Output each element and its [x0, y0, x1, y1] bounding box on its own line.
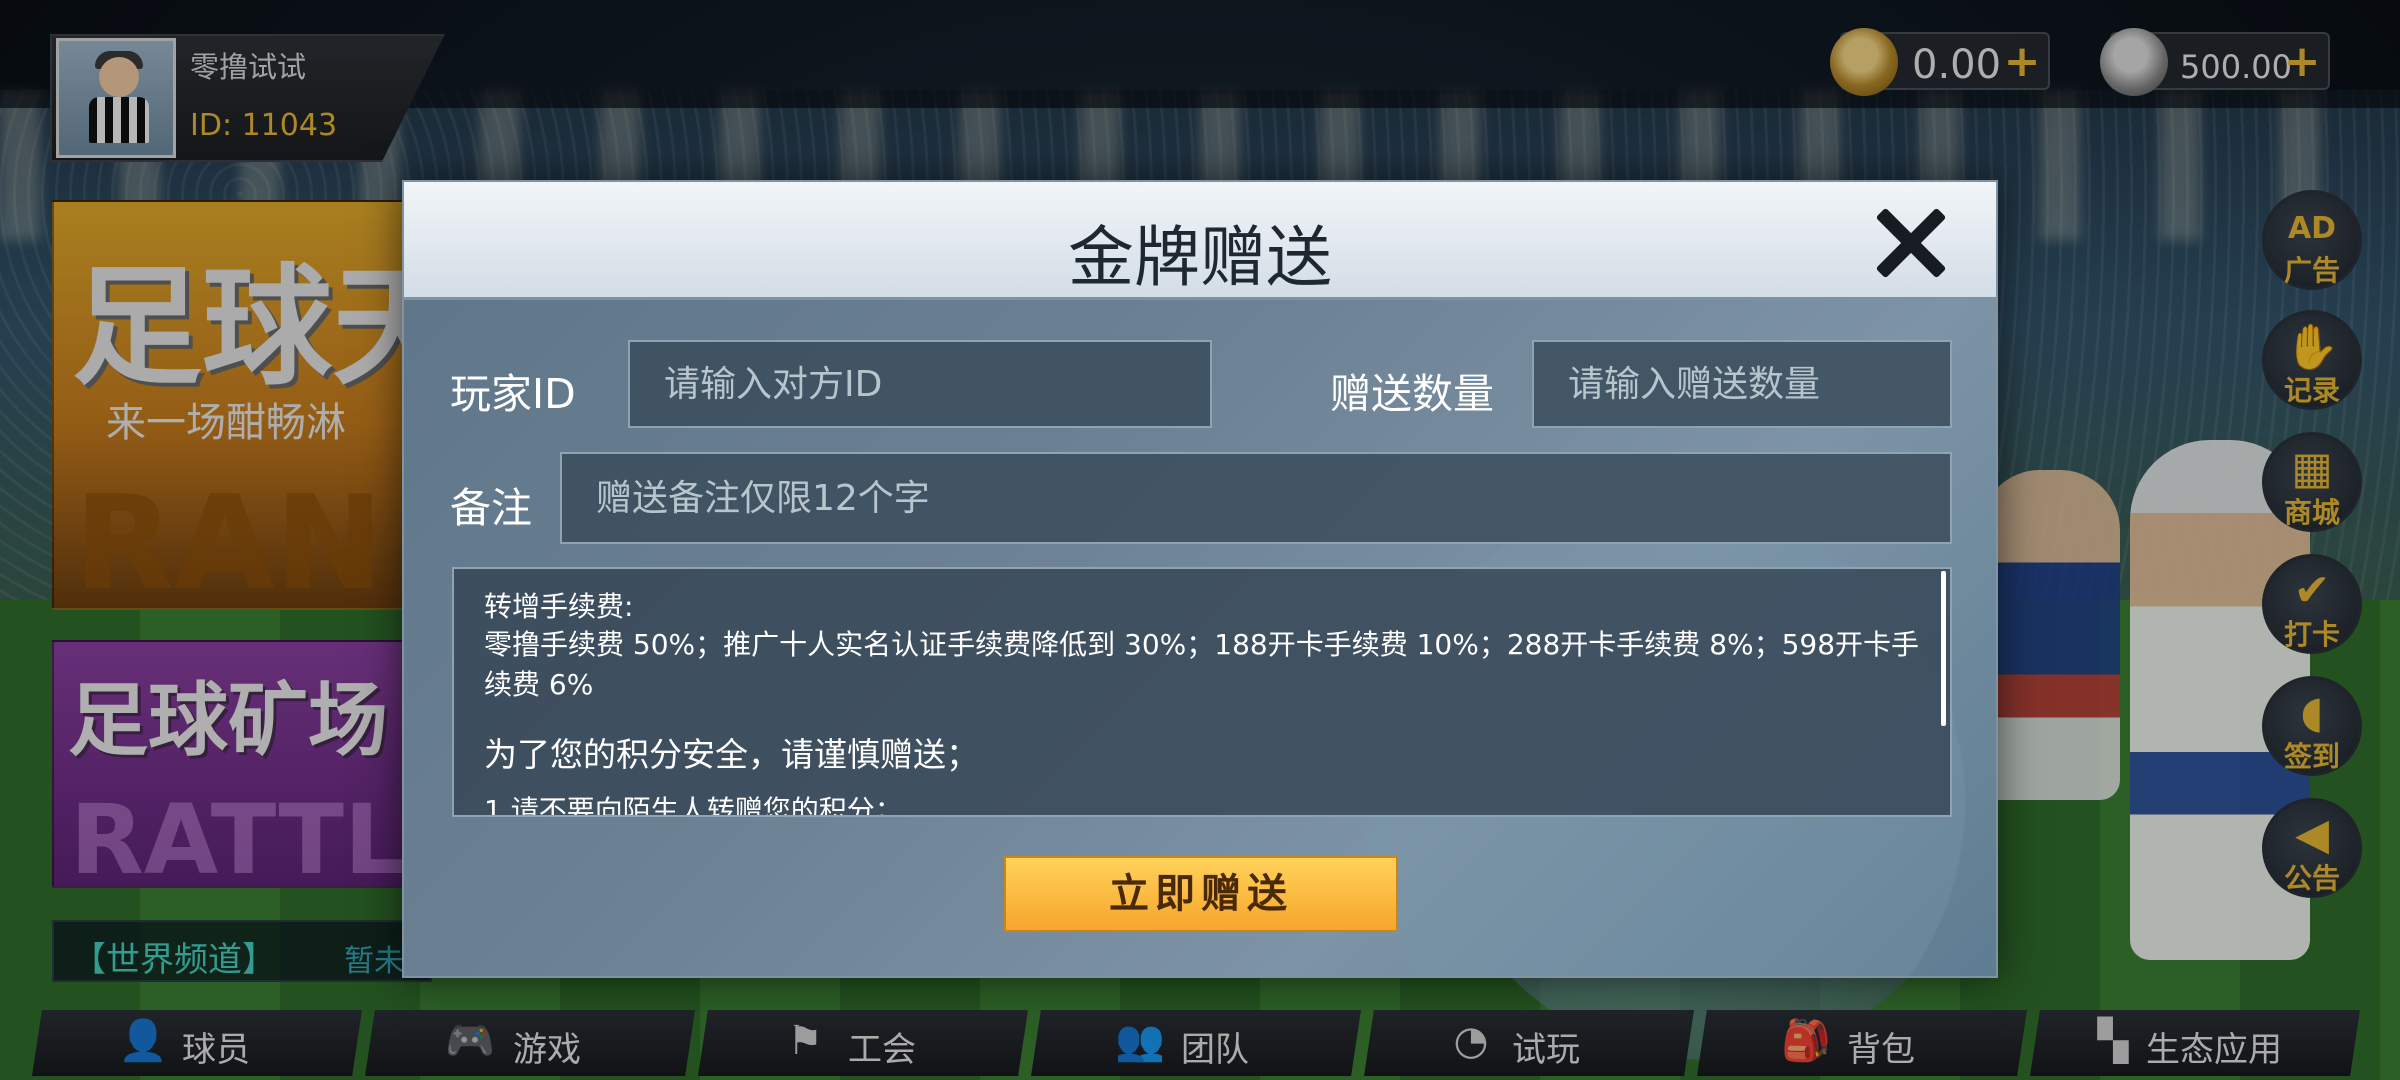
amount-label: 赠送数量: [1330, 370, 1494, 418]
fee-description: 零撸手续费 50%；推广十人实名认证手续费降低到 30%；188开卡手续费 10…: [484, 628, 1920, 701]
notice-box[interactable]: 转增手续费: 零撸手续费 50%；推广十人实名认证手续费降低到 30%；188开…: [452, 567, 1952, 817]
gift-dialog: 金牌赠送 玩家ID 赠送数量 备注 转增手续费: 零撸手续费 50%；推广十人实…: [402, 180, 1998, 978]
close-button[interactable]: [1864, 198, 1954, 288]
notice-scrollbar[interactable]: [1941, 571, 1946, 726]
dialog-title: 金牌赠送: [1068, 219, 1332, 296]
fee-title: 转增手续费:: [484, 590, 634, 623]
dialog-header: 金牌赠送: [404, 182, 1996, 300]
player-id-input[interactable]: [628, 340, 1212, 428]
gift-now-button[interactable]: 立即赠送: [1004, 856, 1398, 932]
amount-input[interactable]: [1532, 340, 1952, 428]
rule-item: 1.请不要向陌生人转赠您的积分；: [484, 794, 903, 817]
safety-warning: 为了您的积分安全，请谨慎赠送；: [484, 735, 979, 774]
note-label: 备注: [450, 484, 532, 532]
player-id-label: 玩家ID: [450, 370, 576, 418]
note-input[interactable]: [560, 452, 1952, 544]
